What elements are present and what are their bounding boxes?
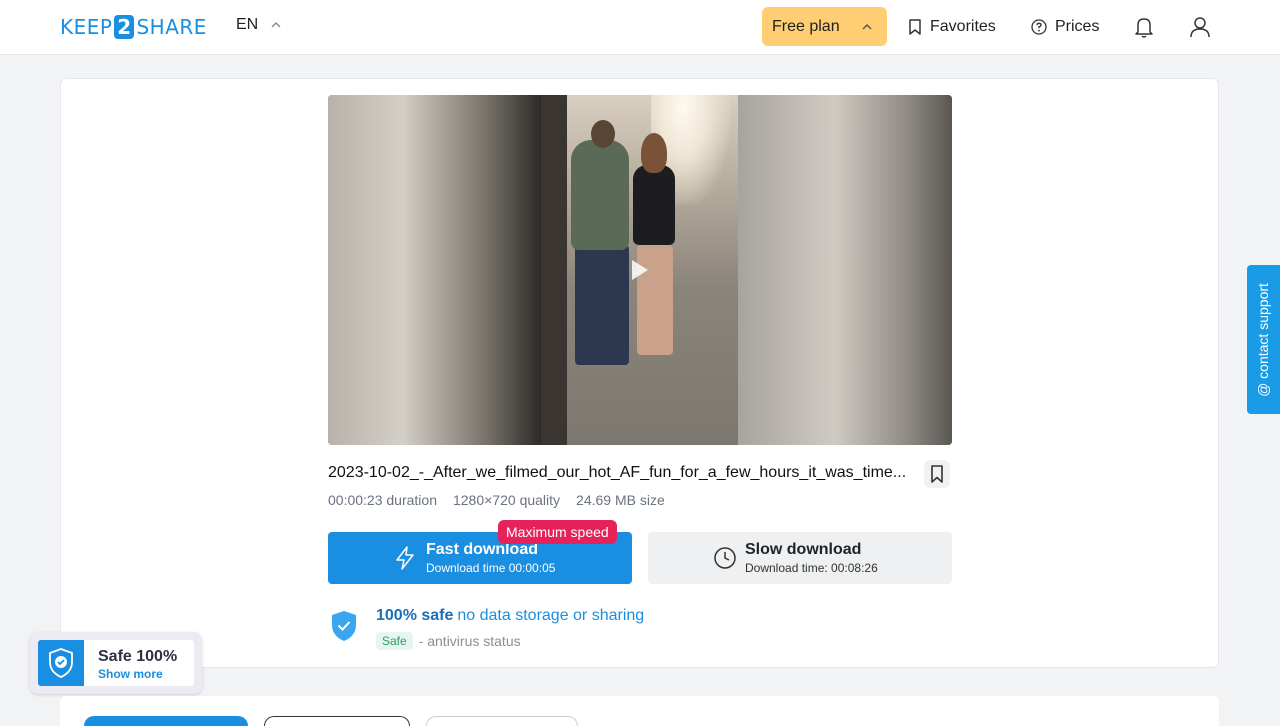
safe-badge-inner: Safe 100% Show more	[38, 640, 194, 686]
question-circle-icon	[1031, 19, 1047, 35]
bottom-tab-1[interactable]	[84, 716, 248, 726]
video-figure-part	[641, 133, 667, 173]
video-figure-part	[575, 245, 629, 365]
bottom-tab-3[interactable]	[426, 716, 578, 726]
maximum-speed-badge: Maximum speed	[498, 520, 617, 544]
safe-pill: Safe	[376, 632, 413, 650]
safe-badge-shield	[38, 640, 84, 686]
prices-label: Prices	[1055, 18, 1100, 35]
top-header: KEEP 2 SHARE EN Free plan Favorites Prices	[0, 0, 1280, 55]
logo-text-right: SHARE	[136, 15, 207, 39]
duration-value: 00:00:23	[328, 492, 383, 508]
safe-badge[interactable]: Safe 100% Show more	[30, 632, 202, 694]
safety-headline: 100% safe no data storage or sharing	[376, 607, 644, 625]
free-plan-button[interactable]: Free plan	[762, 7, 887, 46]
meta-duration: 00:00:23 duration	[328, 492, 437, 508]
shield-check-icon	[49, 648, 73, 678]
video-figure-part	[591, 120, 615, 148]
slow-download-title: Slow download	[745, 541, 862, 558]
favorites-label: Favorites	[930, 18, 996, 35]
quality-value: 1280×720	[452, 492, 516, 508]
video-blur-background-right	[738, 95, 952, 445]
show-more-link[interactable]: Show more	[98, 667, 163, 681]
video-preview[interactable]	[328, 95, 952, 445]
slow-download-button[interactable]: Slow download Download time: 00:08:26	[648, 532, 952, 584]
contact-support-tab[interactable]: @ contact support	[1247, 265, 1280, 414]
slow-download-time: Download time: 00:08:26	[745, 561, 878, 575]
bookmark-icon	[931, 465, 943, 483]
chevron-up-icon	[271, 22, 281, 28]
quality-label: quality	[519, 492, 561, 508]
language-selector[interactable]: EN	[236, 16, 282, 34]
antivirus-text: - antivirus status	[418, 633, 521, 649]
logo-text-left: KEEP	[60, 15, 113, 39]
safety-strong: 100% safe	[376, 607, 454, 624]
keep2share-logo[interactable]: KEEP 2 SHARE	[60, 15, 207, 39]
meta-size: 24.69 MB size	[576, 492, 665, 508]
favorites-link[interactable]: Favorites	[908, 15, 996, 39]
bookmark-icon	[909, 19, 921, 35]
safe-badge-title: Safe 100%	[98, 648, 178, 665]
meta-quality: 1280×720 quality	[453, 492, 560, 508]
language-label: EN	[236, 16, 259, 33]
antivirus-status: Safe - antivirus status	[376, 632, 521, 650]
lightning-icon	[396, 546, 414, 570]
logo-number: 2	[114, 15, 135, 39]
bell-icon[interactable]	[1131, 14, 1157, 40]
size-label: size	[639, 492, 665, 508]
play-icon[interactable]	[632, 260, 648, 280]
bottom-tab-2[interactable]	[264, 716, 410, 726]
add-favorite-button[interactable]	[924, 460, 950, 488]
user-icon[interactable]	[1187, 14, 1213, 40]
contact-support-label: @ contact support	[1255, 283, 1271, 397]
chevron-up-icon	[862, 24, 872, 30]
size-value: 24.69 MB	[576, 492, 636, 508]
fast-download-time: Download time 00:00:05	[426, 561, 556, 575]
shield-check-icon	[332, 611, 356, 641]
video-figure-part	[571, 140, 629, 250]
plan-label: Free plan	[772, 17, 840, 35]
safety-rest[interactable]: no data storage or sharing	[457, 607, 644, 624]
clock-icon	[714, 547, 736, 569]
video-figure-part	[633, 165, 675, 245]
file-meta: 00:00:23 duration 1280×720 quality 24.69…	[328, 492, 665, 508]
file-title: 2023-10-02_-_After_we_filmed_our_hot_AF_…	[328, 464, 907, 481]
prices-link[interactable]: Prices	[1031, 15, 1099, 39]
video-wall	[541, 95, 567, 445]
duration-label: duration	[386, 492, 437, 508]
